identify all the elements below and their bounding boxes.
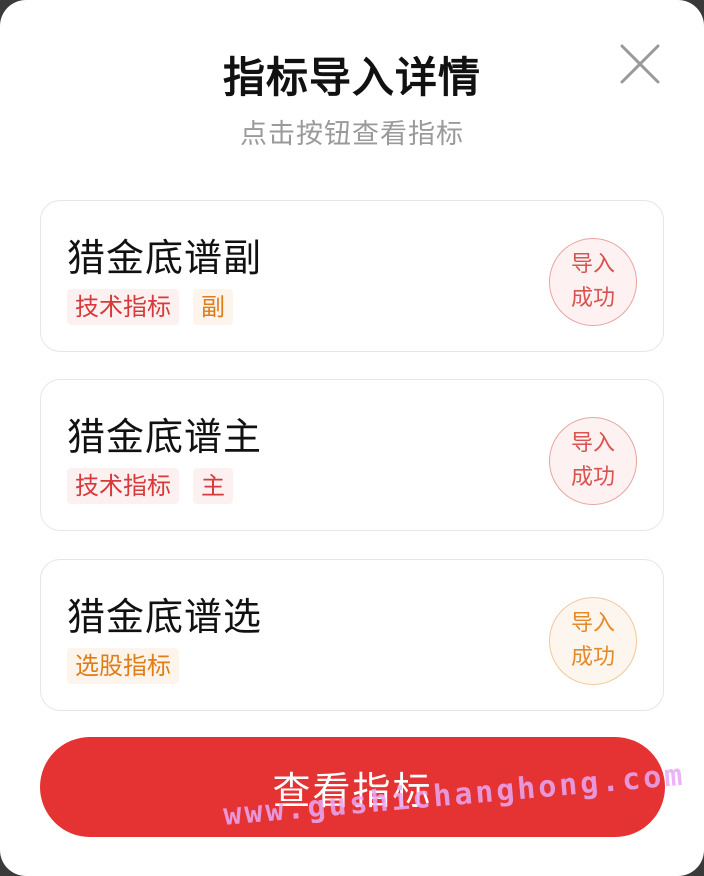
indicator-card: 猎金底谱副 技术指标 副 导入 成功 xyxy=(40,200,664,352)
stamp-line-1: 导入 xyxy=(570,252,615,277)
import-details-dialog: 指标导入详情 点击按钮查看指标 猎金底谱副 技术指标 副 导入 成功 猎金底谱主… xyxy=(0,0,704,876)
indicator-name: 猎金底谱选 xyxy=(67,595,263,639)
dialog-subtitle: 点击按钮查看指标 xyxy=(240,119,464,150)
indicator-name: 猎金底谱副 xyxy=(67,236,263,280)
stamp-line-1: 导入 xyxy=(570,611,615,636)
indicator-tags: 选股指标 xyxy=(67,648,179,684)
dialog-title: 指标导入详情 xyxy=(222,53,481,102)
indicator-card: 猎金底谱选 选股指标 导入 成功 xyxy=(40,559,664,711)
import-success-stamp: 导入 成功 xyxy=(549,417,637,505)
close-icon[interactable] xyxy=(618,42,662,86)
stamp-line-2: 成功 xyxy=(570,286,615,311)
tag-sub-chart: 副 xyxy=(193,289,233,325)
tag-main-chart: 主 xyxy=(193,468,233,504)
indicator-tags: 技术指标 主 xyxy=(67,468,233,504)
tag-stock-selection-indicator: 选股指标 xyxy=(67,648,179,684)
import-success-stamp: 导入 成功 xyxy=(549,597,637,685)
stamp-line-1: 导入 xyxy=(570,431,615,456)
indicator-card: 猎金底谱主 技术指标 主 导入 成功 xyxy=(40,379,664,531)
indicator-name: 猎金底谱主 xyxy=(67,415,263,459)
tag-technical-indicator: 技术指标 xyxy=(67,289,179,325)
tag-technical-indicator: 技术指标 xyxy=(67,468,179,504)
stamp-line-2: 成功 xyxy=(570,645,615,670)
import-success-stamp: 导入 成功 xyxy=(549,238,637,326)
indicator-tags: 技术指标 副 xyxy=(67,289,233,325)
stamp-line-2: 成功 xyxy=(570,465,615,490)
